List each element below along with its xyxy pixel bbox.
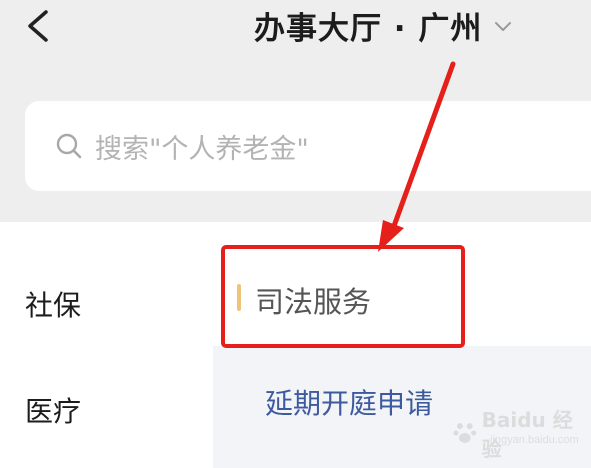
app-screen: 办事大厅 · 广州 搜索"个人养老金" 社保 医疗 司法服务 延期开庭申请 Ba… <box>0 0 591 468</box>
section-header-judicial: 司法服务 <box>213 222 591 346</box>
section-accent-bar <box>237 284 241 311</box>
city-selector[interactable]: 办事大厅 · 广州 <box>254 0 512 50</box>
sidebar-item-label: 医疗 <box>25 395 82 428</box>
search-placeholder: 搜索"个人养老金" <box>95 133 309 165</box>
category-sidebar: 社保 医疗 <box>0 222 213 468</box>
watermark-text: Baidu 经验 <box>481 408 573 461</box>
sidebar-item-social-security[interactable]: 社保 <box>0 274 213 334</box>
back-button[interactable] <box>22 4 62 48</box>
search-icon <box>56 133 82 159</box>
watermark-subtext: jingyan.baidu.com <box>490 434 579 446</box>
service-item-deferred-hearing[interactable]: 延期开庭申请 <box>265 382 433 422</box>
chevron-down-icon <box>495 22 512 31</box>
chevron-left-icon <box>28 10 48 42</box>
baidu-watermark: Baidu 经验 <box>452 404 591 462</box>
page-title: 办事大厅 · 广州 <box>254 10 483 47</box>
section-title: 司法服务 <box>255 285 372 319</box>
sidebar-item-label: 社保 <box>25 289 82 322</box>
header: 办事大厅 · 广州 搜索"个人养老金" <box>0 0 591 222</box>
sidebar-item-medical[interactable]: 医疗 <box>0 380 213 440</box>
search-input[interactable]: 搜索"个人养老金" <box>25 101 591 191</box>
paw-logo-icon <box>453 423 477 443</box>
